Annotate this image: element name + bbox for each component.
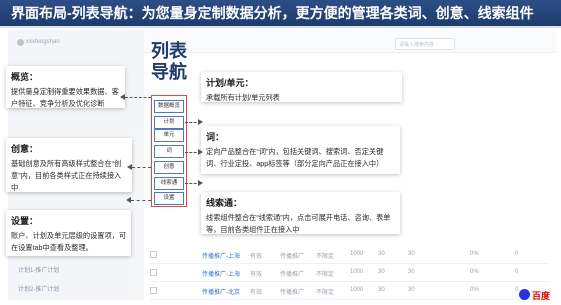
baidu-logo: 百度	[519, 287, 559, 303]
leads-panel: 线索通： 线索组件整合在“线索通”内，点击可展开电话、咨询、表单等，目前各类组件…	[201, 192, 400, 234]
row-budget: 1000	[350, 269, 364, 275]
nav-item-overview[interactable]: 数据概览	[154, 100, 184, 113]
brand-name: xxxfengshan	[26, 39, 60, 45]
settings-text: 账户、计划及单元层级的设置项，可在设置tab中查看及整理。	[11, 231, 127, 252]
connector-settings	[131, 200, 151, 201]
connector-creative	[132, 167, 151, 168]
nav-item-settings[interactable]: 设置	[154, 192, 184, 205]
row-metric: 30	[408, 287, 415, 293]
words-text: 定向产品整合在“词”内，包括关键词、搜索词、否定关键词、行业定投、app标签等（…	[206, 147, 384, 168]
row-rate: 0%	[470, 251, 479, 257]
row-region: 不限定	[316, 290, 335, 296]
row-budget: 1000	[350, 287, 364, 293]
nav-item-leads[interactable]: 线索通	[154, 177, 184, 190]
app-topbar	[144, 30, 556, 53]
nav-item-words[interactable]: 词	[154, 145, 184, 158]
overview-text: 提供量身定制得重要效果数据、客户特征、竞争分析及优化诊断	[11, 87, 119, 108]
sidebar-item-plan1[interactable]: 计划1-推广计划	[18, 265, 59, 274]
words-panel: 词： 定向产品整合在“词”内，包括关键词、搜索词、否定关键词、行业定投、app标…	[201, 126, 400, 174]
row-status: 有效	[250, 272, 263, 278]
row-count: 0	[515, 251, 519, 257]
baidu-logo-text: 百度	[532, 291, 551, 301]
row-name-link[interactable]: 传播推广-上海	[202, 269, 240, 278]
arrowhead-right-icon	[198, 119, 203, 125]
row-checkbox[interactable]	[150, 251, 157, 258]
row-rate: 0%	[470, 287, 479, 293]
row-status: 有效	[250, 290, 263, 296]
table-row[interactable]: 传播推广-北京 有效 传播推广 不限定 1000 30 30 0% 0	[150, 281, 548, 300]
list-navigation: 数据概览 计划 单元 词 创意 线索通 设置	[151, 95, 187, 207]
plan-unit-title: 计划/单元：	[206, 78, 254, 88]
connector-overview	[125, 97, 151, 98]
row-type: 传播推广	[280, 272, 305, 278]
settings-panel: 设置： 账户、计划及单元层级的设置项，可在设置tab中查看及整理。	[6, 210, 131, 256]
row-region: 不限定	[316, 254, 335, 260]
row-metric: 30	[378, 251, 385, 257]
heading-line-1: 列表	[151, 41, 187, 61]
leads-title: 线索通：	[206, 198, 243, 208]
creative-panel: 创意： 基础创意及所有高级样式整合在“创意”内，目前各类样式正在持续接入中	[6, 138, 132, 192]
row-checkbox[interactable]	[150, 269, 157, 276]
table-row[interactable]: 传播推广-上海 有效 传播推广 不限定 1000 30 30 0% 0	[150, 245, 548, 264]
row-metric: 30	[378, 269, 385, 275]
title-divider	[0, 26, 561, 28]
arrowhead-left-icon	[126, 197, 131, 203]
row-checkbox[interactable]	[150, 287, 157, 294]
row-region: 不限定	[316, 272, 335, 278]
nav-item-unit[interactable]: 单元	[154, 129, 184, 142]
nav-item-creative[interactable]: 创意	[154, 161, 184, 174]
overview-panel: 概览： 提供量身定制得重要效果数据、客户特征、竞争分析及优化诊断	[6, 66, 125, 108]
arrowhead-left-icon	[127, 164, 132, 170]
overview-title: 概览：	[11, 72, 39, 82]
list-nav-heading: 列表 导航	[151, 41, 187, 83]
leads-text: 线索组件整合在“线索通”内，点击可展开电话、咨询、表单等，目前各类组件正在接入中	[206, 213, 391, 234]
plan-unit-panel: 计划/单元： 承载所有计划/单元列表	[201, 72, 402, 102]
row-name-link[interactable]: 传播推广-北京	[202, 287, 240, 296]
sidebar-item-plan2[interactable]: 计划2-推广计划	[18, 284, 59, 293]
row-count: 0	[515, 287, 519, 293]
row-metric: 30	[378, 287, 385, 293]
row-metric: 30	[408, 251, 415, 257]
plan-unit-text: 承载所有计划/单元列表	[206, 93, 280, 102]
row-budget: 1000	[350, 251, 364, 257]
creative-title: 创意：	[11, 144, 39, 154]
row-metric: 30	[408, 269, 415, 275]
arrowhead-left-icon	[120, 94, 125, 100]
row-count: 0	[515, 269, 519, 275]
words-title: 词：	[206, 132, 225, 142]
settings-title: 设置：	[11, 216, 39, 226]
page-title-bar: 界面布局-列表导航：为您量身定制数据分析，更方便的管理各类词、创意、线索组件	[0, 0, 561, 26]
row-type: 传播推广	[280, 290, 305, 296]
search-input[interactable]: 请输入搜索内容	[395, 38, 455, 50]
row-type: 传播推广	[280, 254, 305, 260]
row-name-link[interactable]: 传播推广-上海	[202, 251, 240, 260]
arrowhead-right-icon	[198, 180, 203, 186]
row-rate: 0%	[470, 269, 479, 275]
baidu-paw-icon	[519, 289, 530, 300]
page-title: 界面布局-列表导航：为您量身定制数据分析，更方便的管理各类词、创意、线索组件	[11, 5, 534, 21]
brand-logo-icon	[17, 39, 24, 46]
nav-item-plan[interactable]: 计划	[154, 116, 184, 129]
arrowhead-right-icon	[198, 149, 203, 155]
row-status: 有效	[250, 254, 263, 260]
heading-line-2: 导航	[151, 62, 187, 82]
table-row[interactable]: 传播推广-上海 有效 传播推广 不限定 1000 30 30 0% 0	[150, 263, 548, 282]
creative-text: 基础创意及所有高级样式整合在“创意”内，目前各类样式正在持续接入中	[11, 159, 122, 192]
